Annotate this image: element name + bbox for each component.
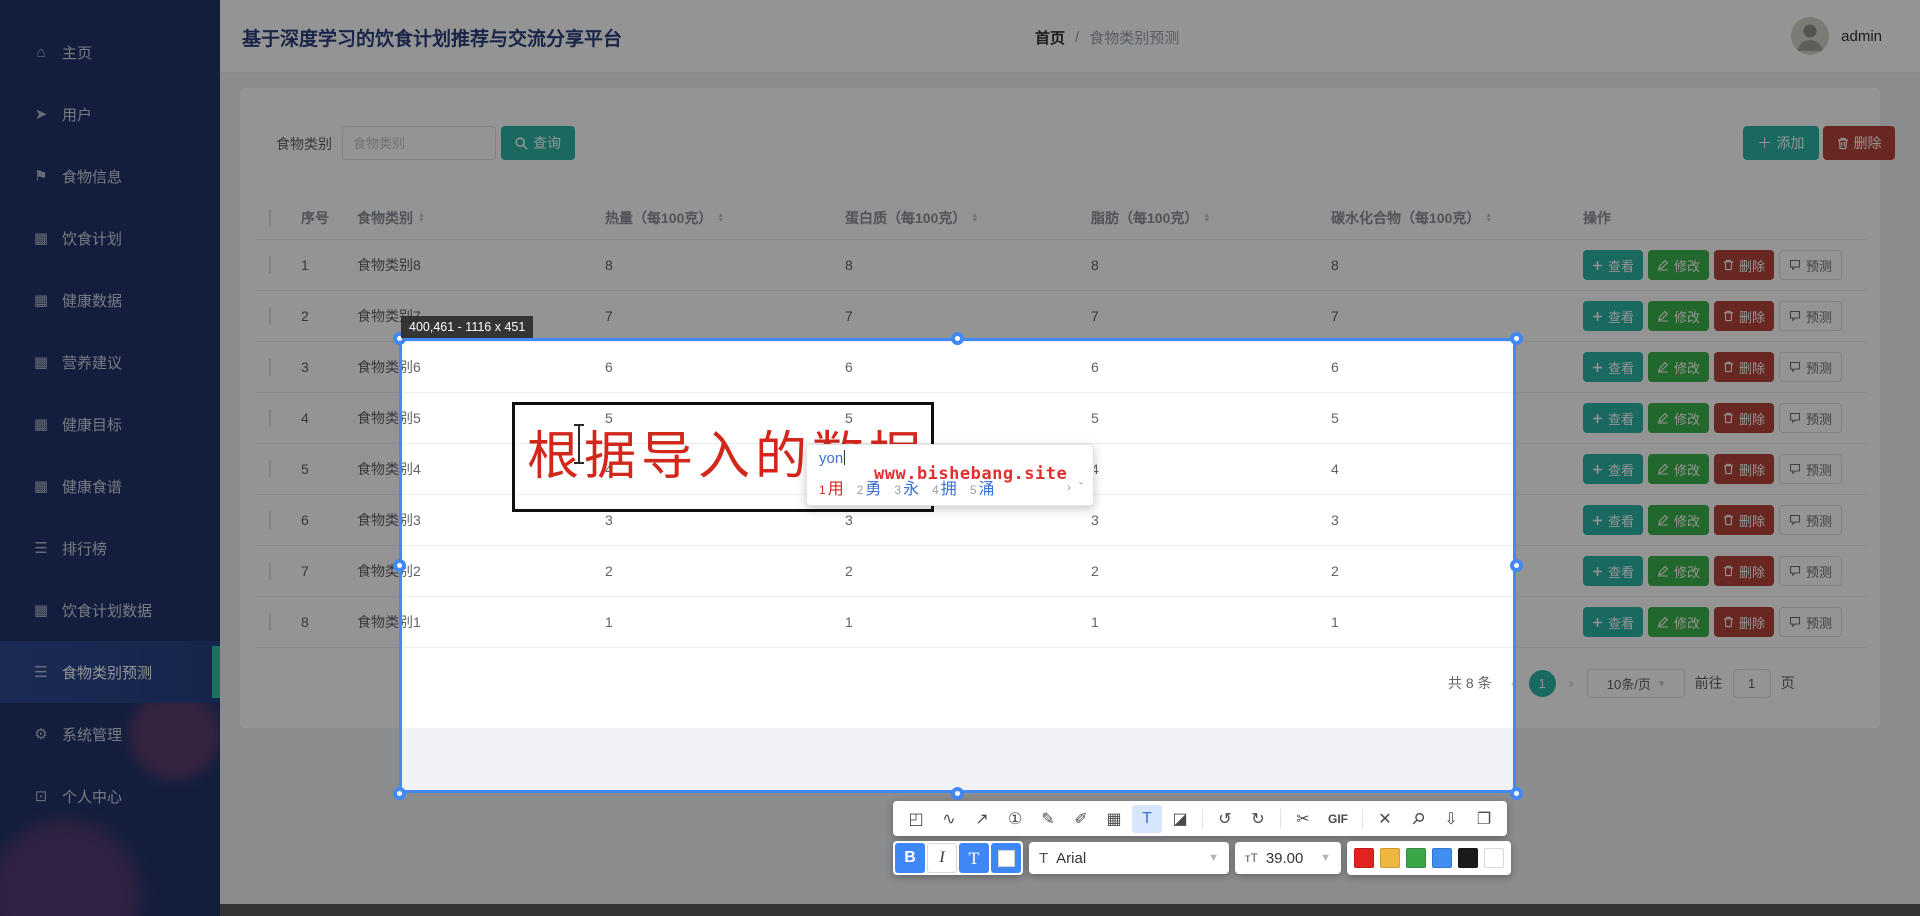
dim-overlay (1516, 338, 1920, 793)
color-swatch[interactable] (1458, 848, 1478, 868)
font-size-select[interactable]: ᴛT 39.00 ▼ (1235, 842, 1341, 874)
selection-handle[interactable] (1509, 331, 1523, 345)
arrow-tool-icon[interactable]: ↗ (967, 805, 997, 833)
screen-clip-icon[interactable]: ✂ (1288, 805, 1318, 833)
ime-paging: › ˇ (1067, 480, 1083, 494)
format-group: B I T (893, 841, 1023, 875)
pin-icon[interactable]: ⚲ (1397, 798, 1438, 839)
marker-tool-icon[interactable]: ✐ (1066, 805, 1096, 833)
toolbar-separator (1362, 808, 1363, 829)
undo-icon[interactable]: ↺ (1210, 805, 1240, 833)
mosaic-tool-icon[interactable]: ▦ (1099, 805, 1129, 833)
italic-button[interactable]: I (927, 843, 957, 873)
selection-handle[interactable] (951, 331, 964, 345)
screen: ⌂ 主页 ➤ 用户 ⚑ 食物信息 ▦ 饮食计划 ▦ 健康数据 ▦ 营养建议 ▦ 健康目标 ▦ 健康食谱 ☰ 排行榜… (0, 0, 1920, 916)
expand-candidates-icon[interactable]: ˇ (1079, 480, 1083, 494)
number-tool-icon[interactable]: ① (1000, 805, 1030, 833)
outline-text-button[interactable]: T (959, 843, 989, 873)
bold-button[interactable]: B (895, 843, 925, 873)
shape-tool-icon[interactable]: ◰ (901, 805, 931, 833)
close-icon[interactable]: ✕ (1370, 805, 1400, 833)
capture-toolbar: ◰ ∿ ↗ ① ✎ ✐ ▦ T ◪ ↺ ↻ ✂ GIF ✕ ⚲ ⇩ ❐ (893, 801, 1507, 836)
selection-handle[interactable] (1509, 559, 1523, 572)
text-cursor-icon (574, 424, 584, 464)
redo-icon[interactable]: ↻ (1243, 805, 1273, 833)
color-swatch[interactable] (1432, 848, 1452, 868)
text-background-button[interactable] (991, 843, 1021, 873)
text-format-toolbar: B I T T Arial ▼ ᴛT 39.00 ▼ (893, 841, 1511, 875)
selection-handle[interactable] (392, 786, 406, 800)
color-palette (1347, 841, 1511, 875)
selection-size-label: 400,461 - 1116 x 451 (401, 316, 534, 338)
color-swatch[interactable] (1354, 848, 1374, 868)
dim-overlay (0, 0, 1920, 338)
font-icon: T (1039, 849, 1049, 867)
font-family-select[interactable]: T Arial ▼ (1029, 842, 1229, 874)
font-size-icon: ᴛT (1245, 851, 1258, 865)
dim-overlay (0, 338, 399, 793)
toolbar-separator (1202, 808, 1203, 829)
color-swatch[interactable] (1406, 848, 1426, 868)
next-candidates-icon[interactable]: › (1067, 480, 1071, 494)
color-swatch[interactable] (1484, 848, 1504, 868)
gif-icon[interactable]: GIF (1321, 805, 1355, 833)
pencil-tool-icon[interactable]: ✎ (1033, 805, 1063, 833)
chevron-down-icon: ▼ (1320, 852, 1331, 864)
selection-handle[interactable] (392, 559, 406, 572)
polyline-tool-icon[interactable]: ∿ (934, 805, 964, 833)
eraser-tool-icon[interactable]: ◪ (1165, 805, 1195, 833)
selection-handle[interactable] (1509, 786, 1523, 800)
ime-composition: yon (819, 450, 844, 467)
selection-handle[interactable] (951, 786, 964, 800)
download-icon[interactable]: ⇩ (1436, 805, 1466, 833)
watermark: www.bishebang.site (874, 464, 1068, 484)
chevron-down-icon: ▼ (1208, 852, 1219, 864)
color-swatch[interactable] (1380, 848, 1400, 868)
text-tool-icon[interactable]: T (1132, 804, 1162, 833)
white-swatch-icon (997, 849, 1015, 867)
ime-candidate[interactable]: 1用 (819, 475, 844, 499)
toolbar-separator (1280, 808, 1281, 829)
copy-icon[interactable]: ❐ (1469, 805, 1499, 833)
